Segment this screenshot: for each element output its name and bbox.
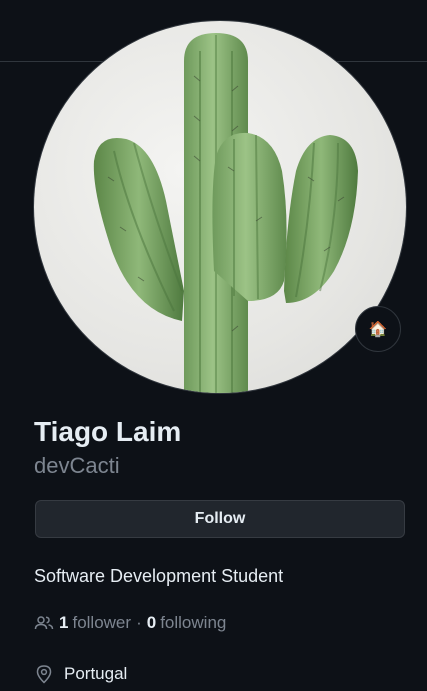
following-link[interactable]: 0 following <box>147 613 227 633</box>
followers-row: 1 follower · 0 following <box>34 611 226 635</box>
house-emoji-icon: 🏠 <box>368 320 388 338</box>
location-text: Portugal <box>64 664 128 683</box>
followers-count: 1 <box>59 613 69 632</box>
status-badge[interactable]: 🏠 <box>355 306 401 352</box>
location-pin-icon <box>34 664 54 684</box>
profile-bio: Software Development Student <box>34 566 284 586</box>
following-label: following <box>160 613 227 632</box>
people-icon <box>34 613 54 633</box>
profile-name: Tiago Laim <box>34 416 182 447</box>
cactus-avatar-image <box>93 33 358 393</box>
followers-link[interactable]: 1 follower <box>59 613 131 633</box>
location-row: Portugal <box>34 662 127 686</box>
follow-button[interactable]: Follow <box>35 500 405 538</box>
profile-username: devCacti <box>34 453 120 478</box>
following-count: 0 <box>146 613 157 632</box>
profile-sidebar: 🏠 Tiago Laim devCacti Follow Software De… <box>0 0 427 691</box>
avatar[interactable] <box>34 21 406 393</box>
followers-label: follower <box>72 613 132 632</box>
followers-separator: · <box>136 613 142 632</box>
